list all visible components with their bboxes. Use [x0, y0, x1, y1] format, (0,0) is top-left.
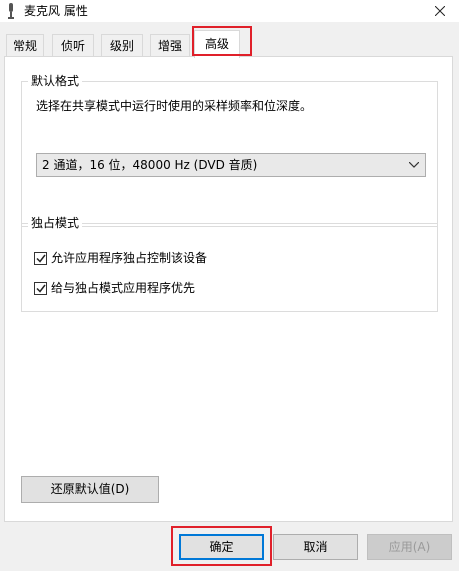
- give-exclusive-priority-checkbox[interactable]: [34, 282, 47, 295]
- allow-exclusive-control-checkbox[interactable]: [34, 252, 47, 265]
- cancel-button[interactable]: 取消: [273, 534, 358, 560]
- exclusive-mode-legend: 独占模式: [28, 216, 83, 230]
- checkmark-icon: [36, 284, 46, 293]
- ok-button-highlight-box: [171, 526, 272, 566]
- default-format-description: 选择在共享模式中运行时使用的采样频率和位深度。: [36, 99, 313, 113]
- microphone-icon: [6, 3, 16, 19]
- allow-exclusive-control-label: 允许应用程序独占控制该设备: [51, 251, 208, 265]
- tab-general[interactable]: 常规: [6, 34, 44, 56]
- title-bar: 麦克风 属性: [0, 0, 459, 22]
- default-format-group: 默认格式 选择在共享模式中运行时使用的采样频率和位深度。 2 通道，16 位，4…: [21, 74, 438, 227]
- sample-format-value: 2 通道，16 位，48000 Hz (DVD 音质): [42, 158, 258, 172]
- close-button[interactable]: [425, 0, 455, 22]
- apply-button[interactable]: 应用(A): [367, 534, 452, 560]
- tab-levels[interactable]: 级别: [101, 34, 143, 56]
- close-icon: [435, 6, 445, 16]
- checkmark-icon: [36, 254, 46, 263]
- advanced-tab-highlight-box: [192, 26, 252, 56]
- restore-defaults-button[interactable]: 还原默认值(D): [21, 476, 159, 503]
- exclusive-mode-group: 独占模式 允许应用程序独占控制该设备 给与独占模式应用程序优先: [21, 216, 438, 312]
- chevron-down-icon: [409, 162, 419, 168]
- tab-enhancements[interactable]: 增强: [150, 34, 190, 56]
- default-format-legend: 默认格式: [28, 74, 83, 88]
- sample-format-dropdown[interactable]: 2 通道，16 位，48000 Hz (DVD 音质): [36, 153, 426, 177]
- window-title: 麦克风 属性: [24, 4, 88, 18]
- tab-listen[interactable]: 侦听: [52, 34, 94, 56]
- give-exclusive-priority-label: 给与独占模式应用程序优先: [51, 281, 196, 295]
- tab-panel-advanced: 默认格式 选择在共享模式中运行时使用的采样频率和位深度。 2 通道，16 位，4…: [4, 56, 453, 522]
